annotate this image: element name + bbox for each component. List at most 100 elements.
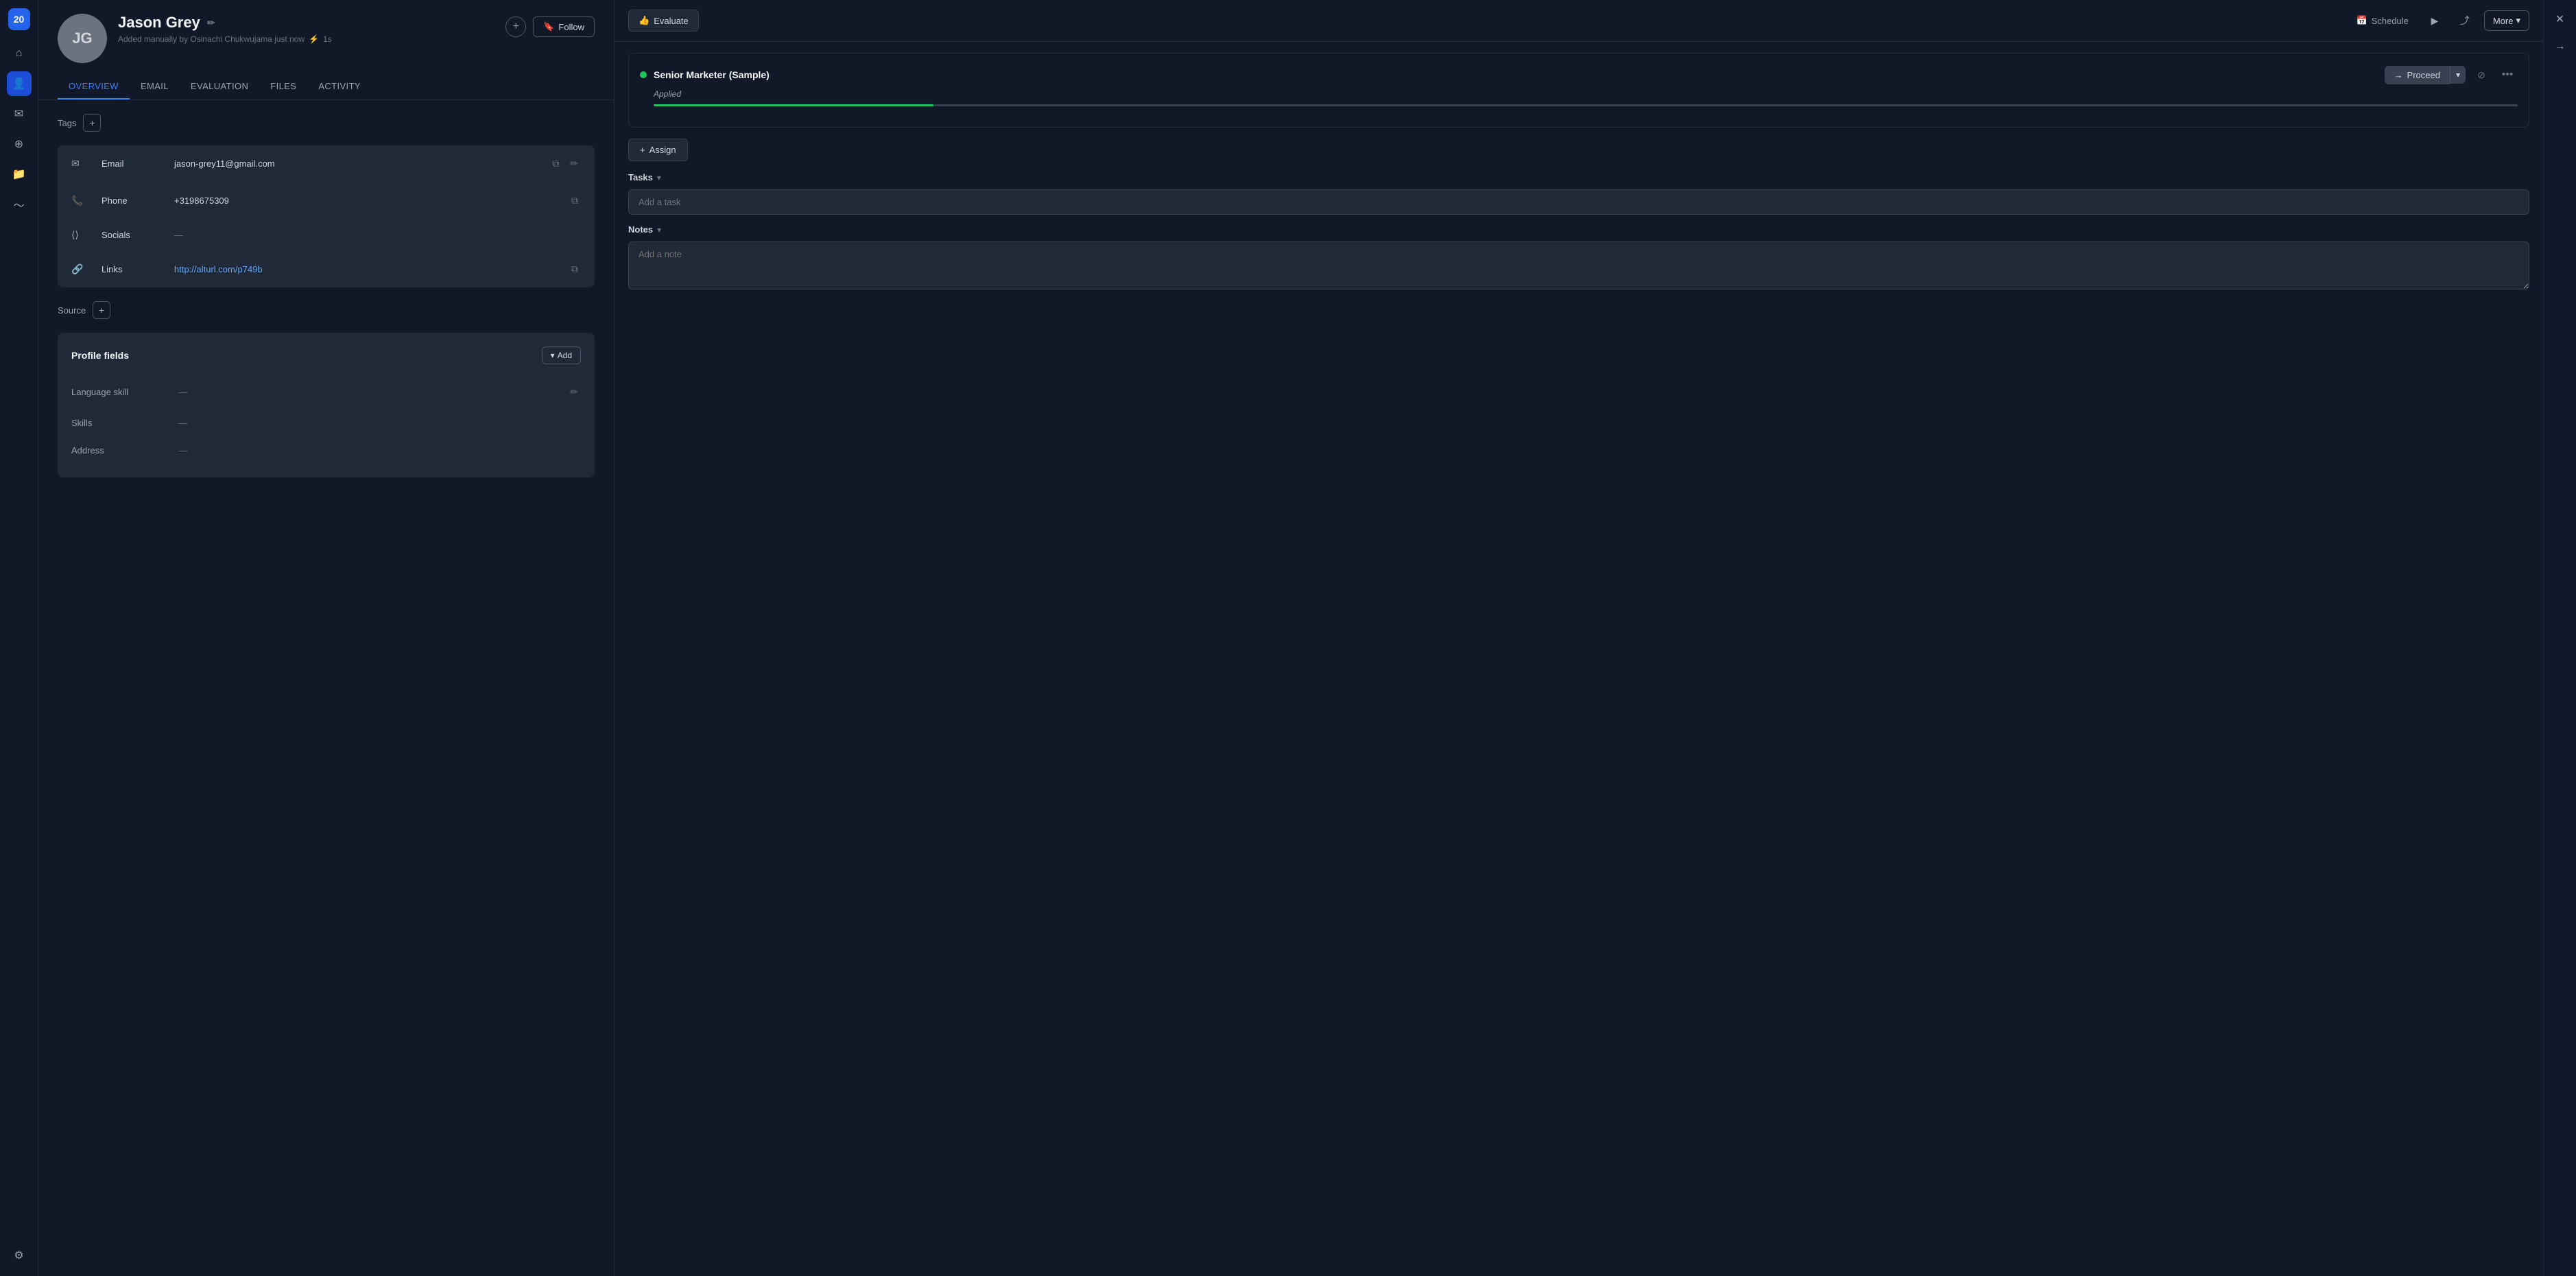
profile-header: JG Jason Grey ✏ Added manually by Osinac… (38, 0, 614, 63)
field-label-skills: Skills (71, 418, 167, 428)
field-label-language: Language skill (71, 387, 167, 397)
links-icon: 🔗 (71, 263, 91, 275)
proceed-button[interactable]: → Proceed (2385, 66, 2450, 84)
tab-email[interactable]: EMAIL (130, 74, 180, 99)
share-icon: ⤴ (2460, 14, 2470, 27)
bookmark-icon: 🔖 (543, 21, 554, 32)
source-label: Source (58, 305, 86, 316)
links-label: Links (102, 264, 163, 274)
more-button[interactable]: More ▾ (2484, 10, 2529, 31)
assign-button[interactable]: + Assign (628, 139, 688, 161)
socials-row: ⟨⟩ Socials — (58, 220, 595, 251)
assign-plus-icon: + (640, 145, 645, 155)
follow-button[interactable]: 🔖 Follow (533, 16, 595, 37)
email-actions: ⧉ ✏ (549, 155, 581, 172)
proceed-dropdown-button[interactable]: ▾ (2450, 66, 2466, 84)
phone-row: 📞 Phone +3198675309 ⧉ (58, 182, 595, 220)
notes-title: Notes (628, 224, 653, 235)
job-progress-track (654, 104, 2518, 106)
socials-icon: ⟨⟩ (71, 229, 91, 241)
tab-overview[interactable]: OVERVIEW (58, 74, 130, 99)
phone-label: Phone (102, 196, 163, 206)
add-note-textarea[interactable] (628, 241, 2529, 290)
job-title: Senior Marketer (Sample) (654, 69, 2385, 80)
tab-evaluation[interactable]: EVALUATION (180, 74, 259, 99)
add-field-icon: ▾ (551, 351, 555, 360)
forward-icon: ▶ (2431, 15, 2438, 27)
phone-icon: 📞 (71, 195, 91, 206)
right-panel-body: Senior Marketer (Sample) → Proceed ▾ ⊘ •… (615, 42, 2543, 304)
share-button[interactable]: ⤴ (2454, 10, 2476, 32)
forward-button[interactable]: ▶ (2424, 10, 2446, 32)
job-more-button[interactable]: ••• (2497, 64, 2518, 85)
profile-name-row: Jason Grey ✏ (118, 14, 494, 32)
source-row: Source + (58, 301, 595, 319)
tab-files[interactable]: FILES (259, 74, 307, 99)
copy-phone-button[interactable]: ⧉ (569, 192, 581, 209)
email-row: ✉ Email jason-grey11@gmail.com ⧉ ✏ (58, 145, 595, 182)
edit-name-icon[interactable]: ✏ (207, 17, 215, 29)
contact-info-card: ✉ Email jason-grey11@gmail.com ⧉ ✏ 📞 Pho… (58, 145, 595, 287)
sidebar-item-settings[interactable]: ⚙ (7, 1243, 32, 1268)
main-area: JG Jason Grey ✏ Added manually by Osinac… (38, 0, 2576, 1276)
links-value[interactable]: http://alturl.com/p749b (174, 264, 558, 274)
socials-value: — (174, 230, 581, 240)
field-row-skills: Skills — (71, 410, 581, 437)
edit-language-button[interactable]: ✏ (567, 383, 581, 401)
schedule-button[interactable]: 📅 Schedule (2349, 11, 2415, 30)
notes-section-header[interactable]: Notes ▾ (628, 224, 2529, 235)
sidebar-item-folder[interactable]: 📁 (7, 162, 32, 187)
add-button[interactable]: + (505, 16, 526, 37)
profile-actions: + 🔖 Follow (505, 14, 595, 37)
copy-link-button[interactable]: ⧉ (569, 261, 581, 278)
add-task-input[interactable] (628, 189, 2529, 215)
add-field-button[interactable]: ▾ Add (542, 346, 581, 364)
profile-body: Tags + ✉ Email jason-grey11@gmail.com ⧉ … (38, 100, 614, 491)
field-value-address: — (178, 445, 581, 456)
field-value-skills: — (178, 418, 581, 428)
sidebar-item-people[interactable]: 👤 (7, 71, 32, 96)
activity-icon: ⚡ (309, 34, 319, 44)
phone-value: +3198675309 (174, 196, 558, 206)
tasks-title: Tasks (628, 172, 653, 182)
profile-fields-header: Profile fields ▾ Add (71, 346, 581, 364)
job-section: Senior Marketer (Sample) → Proceed ▾ ⊘ •… (628, 53, 2529, 128)
links-row: 🔗 Links http://alturl.com/p749b ⧉ (58, 251, 595, 287)
profile-tabs: OVERVIEW EMAIL EVALUATION FILES ACTIVITY (38, 74, 614, 100)
evaluate-icon: 👍 (639, 15, 649, 26)
email-icon: ✉ (71, 158, 91, 169)
sidebar-item-activity[interactable]: 〜 (7, 192, 32, 217)
disqualify-button[interactable]: ⊘ (2471, 64, 2492, 85)
notes-chevron-icon: ▾ (657, 225, 661, 235)
phone-actions: ⧉ (569, 192, 581, 209)
tags-row: Tags + (58, 114, 595, 132)
avatar: JG (58, 14, 107, 63)
navigate-next-icon[interactable]: → (2549, 36, 2571, 58)
far-right-panel: ✕ → (2543, 0, 2576, 1276)
edit-email-button[interactable]: ✏ (567, 155, 581, 172)
close-icon[interactable]: ✕ (2549, 8, 2571, 30)
add-tag-button[interactable]: + (83, 114, 101, 132)
app-logo[interactable]: 20 (8, 8, 30, 30)
add-source-button[interactable]: + (93, 301, 110, 319)
job-status-dot (640, 71, 647, 78)
tab-activity[interactable]: ACTIVITY (307, 74, 372, 99)
tasks-chevron-icon: ▾ (657, 173, 661, 182)
sidebar: 20 ⌂ 👤 ✉ ⊕ 📁 〜 ⚙ (0, 0, 38, 1276)
field-row-address: Address — (71, 437, 581, 464)
tags-label: Tags (58, 118, 76, 128)
proceed-arrow-icon: → (2394, 70, 2403, 80)
chevron-down-icon: ▾ (2516, 15, 2520, 26)
sidebar-item-home[interactable]: ⌂ (7, 41, 32, 66)
sidebar-item-add[interactable]: ⊕ (7, 132, 32, 156)
profile-meta: Added manually by Osinachi Chukwujama ju… (118, 34, 494, 44)
copy-email-button[interactable]: ⧉ (549, 155, 562, 172)
profile-fields-title: Profile fields (71, 350, 129, 361)
evaluate-button[interactable]: 👍 Evaluate (628, 10, 699, 32)
right-panel: 👍 Evaluate 📅 Schedule ▶ ⤴ More ▾ (615, 0, 2543, 1276)
sidebar-item-inbox[interactable]: ✉ (7, 102, 32, 126)
tasks-section-header[interactable]: Tasks ▾ (628, 172, 2529, 182)
profile-info: Jason Grey ✏ Added manually by Osinachi … (118, 14, 494, 44)
profile-name: Jason Grey (118, 14, 200, 32)
email-value: jason-grey11@gmail.com (174, 158, 538, 169)
